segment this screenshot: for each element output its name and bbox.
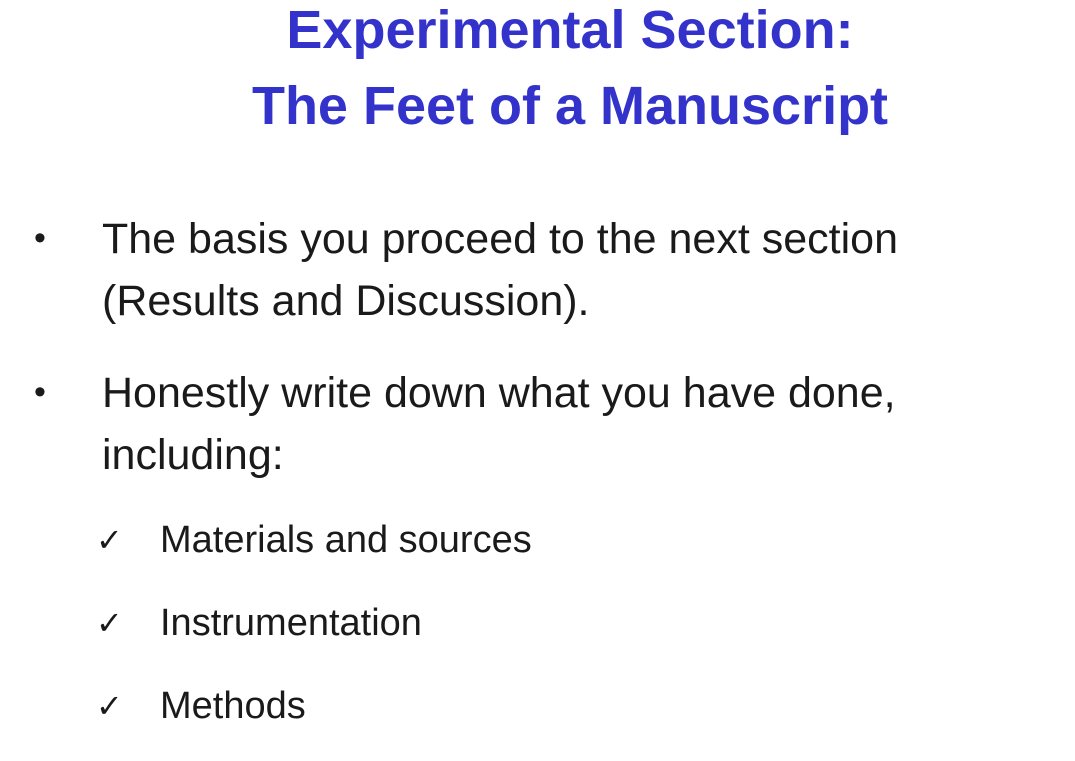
checklist-text: Methods	[160, 685, 306, 727]
bullet-text: The basis you proceed to the next sectio…	[102, 215, 898, 325]
checkmark-icon: ✓	[96, 522, 123, 558]
bullet-dot-icon: •	[34, 219, 46, 257]
slide-title: Experimental Section: The Feet of a Manu…	[0, 0, 1075, 144]
checklist-text: Instrumentation	[160, 602, 422, 644]
checklist-text: Materials and sources	[160, 519, 532, 561]
slide: Experimental Section: The Feet of a Manu…	[0, 0, 1075, 761]
bullet-text: Honestly write down what you have done, …	[102, 369, 896, 479]
title-line-1: Experimental Section:	[286, 0, 854, 60]
checkmark-icon: ✓	[96, 605, 123, 641]
bullet-dot-icon: •	[34, 373, 46, 411]
title-line-2: The Feet of a Manuscript	[251, 76, 889, 136]
checkmark-icon: ✓	[96, 688, 123, 724]
